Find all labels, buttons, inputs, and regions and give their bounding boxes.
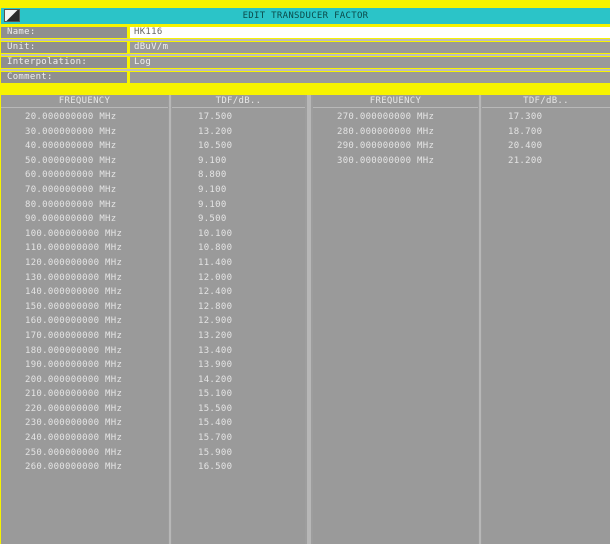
left-frequency-header: FREQUENCY [1, 95, 168, 108]
interpolation-row: Interpolation: Log [1, 57, 610, 68]
frequency-cell[interactable]: 300.000000000 MHz [313, 154, 478, 169]
comment-row: Comment: [1, 72, 610, 83]
tdf-cell[interactable]: 15.400 [172, 416, 305, 431]
frequency-cell[interactable]: 250.000000000 MHz [1, 446, 168, 461]
frequency-cell[interactable]: 180.000000000 MHz [1, 344, 168, 359]
tdf-cell[interactable]: 9.100 [172, 183, 305, 198]
tdf-cell[interactable]: 14.200 [172, 373, 305, 388]
frequency-cell[interactable]: 80.000000000 MHz [1, 198, 168, 213]
tdf-cell[interactable]: 21.200 [482, 154, 610, 169]
transducer-table: FREQUENCY 20.000000000 MHz 30.000000000 M… [1, 95, 610, 544]
name-label: Name: [1, 27, 127, 38]
frequency-cell[interactable]: 100.000000000 MHz [1, 227, 168, 242]
tdf-cell[interactable]: 18.700 [482, 125, 610, 140]
frequency-cell[interactable]: 130.000000000 MHz [1, 271, 168, 286]
frequency-cell[interactable]: 70.000000000 MHz [1, 183, 168, 198]
frequency-cell[interactable]: 140.000000000 MHz [1, 285, 168, 300]
frequency-cell[interactable]: 260.000000000 MHz [1, 460, 168, 475]
tdf-cell[interactable]: 17.300 [482, 110, 610, 125]
frequency-cell[interactable]: 30.000000000 MHz [1, 125, 168, 140]
tdf-cell[interactable]: 15.700 [172, 431, 305, 446]
unit-row: Unit: dBuV/m [1, 42, 610, 53]
frequency-cell[interactable]: 220.000000000 MHz [1, 402, 168, 417]
comment-label: Comment: [1, 72, 127, 83]
unit-field[interactable]: dBuV/m [130, 42, 610, 53]
frequency-cell[interactable]: 110.000000000 MHz [1, 241, 168, 256]
tdf-cell[interactable]: 12.800 [172, 300, 305, 315]
right-tdf-column: TDF/dB.. 17.300 18.700 20.400 21.200 [482, 95, 610, 544]
frequency-cell[interactable]: 190.000000000 MHz [1, 358, 168, 373]
tdf-cell[interactable]: 15.900 [172, 446, 305, 461]
frequency-cell[interactable]: 200.000000000 MHz [1, 373, 168, 388]
tdf-cell[interactable]: 13.400 [172, 344, 305, 359]
interpolation-label: Interpolation: [1, 57, 127, 68]
column-divider [479, 95, 481, 544]
right-tdf-header: TDF/dB.. [482, 95, 610, 108]
title-bar: EDIT TRANSDUCER FACTOR [1, 8, 610, 24]
tdf-cell[interactable]: 12.000 [172, 271, 305, 286]
edit-transducer-window: EDIT TRANSDUCER FACTOR Name: HK116 Unit:… [1, 8, 610, 544]
comment-field[interactable] [130, 72, 610, 83]
frequency-cell[interactable]: 40.000000000 MHz [1, 139, 168, 154]
divider [1, 54, 610, 56]
frequency-cell[interactable]: 150.000000000 MHz [1, 300, 168, 315]
tdf-cell[interactable]: 10.500 [172, 139, 305, 154]
left-tdf-column: TDF/dB.. 17.500 13.200 10.500 9.100 8.800 9.1… [172, 95, 305, 544]
tdf-cell[interactable]: 15.500 [172, 402, 305, 417]
tdf-cell[interactable]: 16.500 [172, 460, 305, 475]
tdf-cell[interactable]: 8.800 [172, 168, 305, 183]
column-divider [307, 95, 311, 544]
name-row: Name: HK116 [1, 27, 610, 38]
frequency-cell[interactable]: 290.000000000 MHz [313, 139, 478, 154]
tdf-cell[interactable]: 20.400 [482, 139, 610, 154]
window-title: EDIT TRANSDUCER FACTOR [242, 11, 369, 21]
tdf-cell[interactable]: 10.800 [172, 241, 305, 256]
column-divider [169, 95, 171, 544]
frequency-cell[interactable]: 230.000000000 MHz [1, 416, 168, 431]
frequency-cell[interactable]: 90.000000000 MHz [1, 212, 168, 227]
divider [1, 69, 610, 71]
tdf-cell[interactable]: 12.900 [172, 314, 305, 329]
frequency-cell[interactable]: 270.000000000 MHz [313, 110, 478, 125]
right-frequency-column: FREQUENCY 270.000000000 MHz 280.000000000… [313, 95, 478, 544]
frequency-cell[interactable]: 210.000000000 MHz [1, 387, 168, 402]
frequency-cell[interactable]: 60.000000000 MHz [1, 168, 168, 183]
frequency-cell[interactable]: 170.000000000 MHz [1, 329, 168, 344]
frequency-cell[interactable]: 50.000000000 MHz [1, 154, 168, 169]
frequency-cell[interactable]: 120.000000000 MHz [1, 256, 168, 271]
tdf-cell[interactable]: 9.100 [172, 154, 305, 169]
tdf-cell[interactable]: 15.100 [172, 387, 305, 402]
frequency-cell[interactable]: 280.000000000 MHz [313, 125, 478, 140]
tdf-cell[interactable]: 13.200 [172, 125, 305, 140]
tdf-cell[interactable]: 10.100 [172, 227, 305, 242]
system-menu-icon[interactable] [4, 9, 20, 22]
tdf-cell[interactable]: 13.200 [172, 329, 305, 344]
divider [1, 39, 610, 41]
tdf-cell[interactable]: 11.400 [172, 256, 305, 271]
tdf-cell[interactable]: 13.900 [172, 358, 305, 373]
tdf-cell[interactable]: 9.100 [172, 198, 305, 213]
frequency-cell[interactable]: 160.000000000 MHz [1, 314, 168, 329]
tdf-cell[interactable]: 12.400 [172, 285, 305, 300]
frequency-cell[interactable]: 240.000000000 MHz [1, 431, 168, 446]
tdf-cell[interactable]: 17.500 [172, 110, 305, 125]
unit-label: Unit: [1, 42, 127, 53]
left-frequency-column: FREQUENCY 20.000000000 MHz 30.000000000 M… [1, 95, 168, 544]
name-field[interactable]: HK116 [130, 27, 610, 38]
left-tdf-header: TDF/dB.. [172, 95, 305, 108]
tdf-cell[interactable]: 9.500 [172, 212, 305, 227]
interpolation-field[interactable]: Log [130, 57, 610, 68]
right-frequency-header: FREQUENCY [313, 95, 478, 108]
frequency-cell[interactable]: 20.000000000 MHz [1, 110, 168, 125]
